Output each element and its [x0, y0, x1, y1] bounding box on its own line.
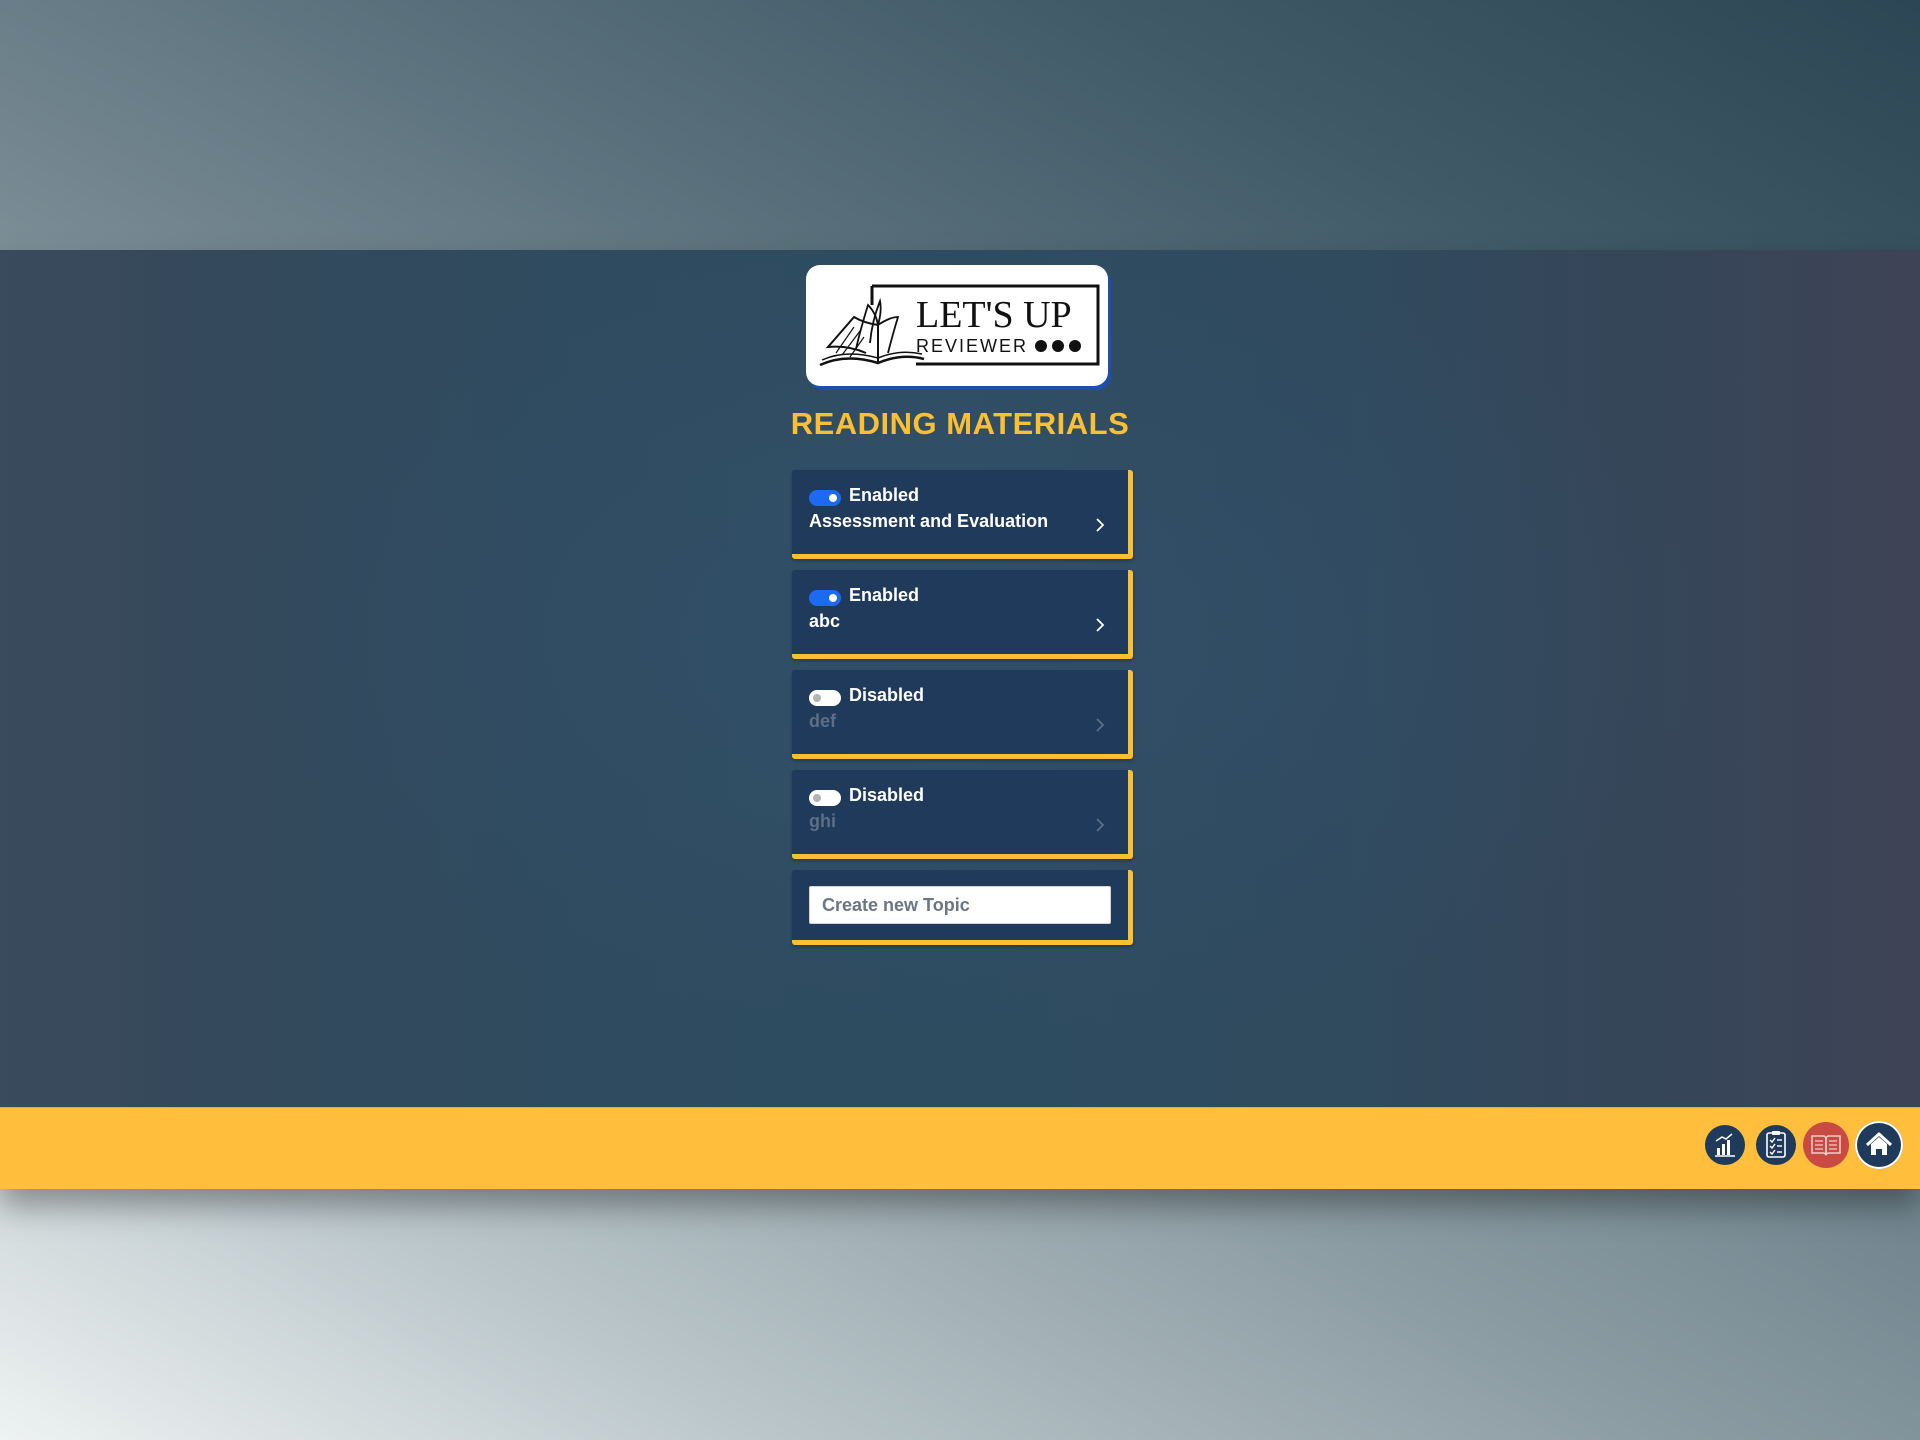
nav-quiz-button[interactable] [1756, 1125, 1796, 1165]
chevron-right-icon[interactable] [1094, 816, 1106, 834]
app-window: LET'S UP REVIEWER READING MATERIALS Enab… [0, 250, 1920, 1189]
topic-status: Disabled [849, 685, 925, 705]
topic-name: Assessment and Evaluation [809, 511, 1049, 531]
toggle-knob [813, 694, 821, 702]
topic-status: Enabled [849, 585, 920, 605]
topic-status: Disabled [849, 785, 925, 805]
main-content: LET'S UP REVIEWER READING MATERIALS Enab… [0, 250, 1920, 1107]
nav-home-button[interactable] [1855, 1121, 1903, 1169]
toggle-switch[interactable] [809, 690, 841, 706]
topic-name: abc [809, 611, 841, 631]
topic-card[interactable]: Enabled Assessment and Evaluation [792, 470, 1133, 559]
toggle-switch[interactable] [809, 790, 841, 806]
chevron-right-icon[interactable] [1094, 516, 1106, 534]
topic-card[interactable]: Disabled def [792, 670, 1133, 759]
nav-stats-button[interactable] [1705, 1125, 1745, 1165]
chevron-right-icon[interactable] [1094, 616, 1106, 634]
topic-card[interactable]: Disabled ghi [792, 770, 1133, 859]
page-title: READING MATERIALS [790, 406, 1130, 441]
topic-name: def [809, 711, 836, 731]
footer-nav-bar [0, 1107, 1920, 1189]
toggle-knob [829, 594, 837, 602]
bar-chart-icon [1715, 1133, 1735, 1157]
chevron-right-icon[interactable] [1094, 716, 1106, 734]
logo-line1: LET'S UP [916, 294, 1072, 336]
logo-line2: REVIEWER [916, 336, 1028, 356]
toggle-switch[interactable] [809, 490, 841, 506]
logo: LET'S UP REVIEWER [806, 265, 1108, 386]
nav-reading-button[interactable] [1803, 1122, 1849, 1168]
checklist-icon [1766, 1131, 1786, 1158]
topic-card[interactable]: Enabled abc [792, 570, 1133, 659]
toggle-switch[interactable] [809, 590, 841, 606]
create-topic-input[interactable] [809, 886, 1111, 924]
open-book-icon [1811, 1135, 1841, 1156]
logo-graphic: LET'S UP REVIEWER [819, 284, 1100, 367]
toggle-knob [813, 794, 821, 802]
home-icon [1865, 1132, 1893, 1155]
topic-status: Enabled [849, 485, 920, 505]
toggle-knob [829, 494, 837, 502]
topic-name: ghi [809, 811, 836, 831]
create-topic-card [792, 870, 1133, 945]
